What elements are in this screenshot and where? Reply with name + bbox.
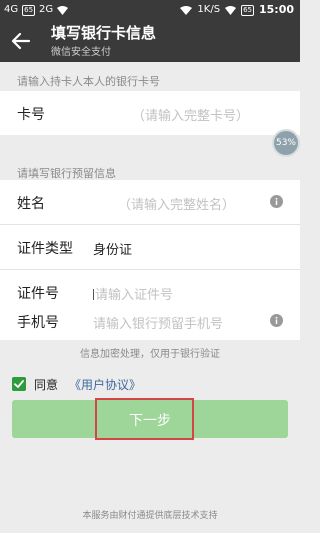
id-type-value[interactable]: 身份证 (93, 239, 132, 258)
back-arrow-icon[interactable] (10, 30, 32, 52)
id-type-row[interactable]: 证件类型 身份证 (0, 225, 300, 269)
status-time: 15:00 (258, 3, 294, 16)
card-number-label: 卡号 (17, 107, 45, 123)
page-title: 填写银行卡信息 (51, 24, 157, 42)
card-section-label: 请输入持卡人本人的银行卡号 (17, 75, 160, 88)
status-left: 4G 65 2G (4, 4, 69, 16)
next-button[interactable]: 下一步 (12, 400, 288, 438)
privacy-notice: 信息加密处理，仅用于银行验证 (80, 349, 220, 360)
status-right: 1K/S 65 15:00 (180, 4, 294, 16)
phone-input[interactable]: 请输入银行预留手机号 (93, 313, 223, 332)
card-number-row[interactable]: 卡号 （请输入完整卡号） (0, 91, 300, 135)
next-button-label: 下一步 (129, 413, 171, 429)
signal-box-label: 65 (22, 4, 36, 16)
battery-icon: 65 (241, 4, 254, 16)
app-bar: 填写银行卡信息 微信安全支付 (0, 20, 300, 62)
wifi-icon (57, 5, 69, 15)
agreement-checkbox[interactable] (12, 377, 26, 391)
wifi-icon-2 (225, 5, 237, 15)
name-row[interactable]: 姓名 （请输入完整姓名） (0, 180, 300, 224)
scroll-progress-badge: 53% (272, 129, 300, 157)
phone-label: 手机号 (17, 315, 59, 331)
page-subtitle: 微信安全支付 (51, 47, 111, 58)
network-speed: 1K/S (197, 4, 221, 15)
card-number-input[interactable]: （请输入完整卡号） (132, 105, 249, 124)
footer-text: 本服务由财付通提供底层技术支持 (82, 511, 218, 521)
status-bar: 4G 65 2G 1K/S 65 15:00 (0, 0, 300, 20)
info-icon[interactable] (270, 195, 283, 208)
signal-2g-label: 2G (39, 4, 54, 15)
reserved-section-label: 请填写银行预留信息 (17, 167, 116, 180)
phone-row[interactable]: 手机号 请输入银行预留手机号 (0, 300, 300, 340)
user-agreement-link[interactable]: 《用户协议》 (69, 376, 141, 393)
name-label: 姓名 (17, 196, 45, 212)
signal-4g-label: 4G (4, 4, 19, 15)
wifi-strength-icon (180, 5, 193, 15)
name-input[interactable]: （请输入完整姓名） (118, 194, 235, 213)
agreement-text: 同意 (34, 377, 59, 392)
id-type-label: 证件类型 (17, 241, 73, 257)
info-icon[interactable] (270, 314, 283, 327)
agreement-row: 同意 《用户协议》 (12, 375, 141, 393)
